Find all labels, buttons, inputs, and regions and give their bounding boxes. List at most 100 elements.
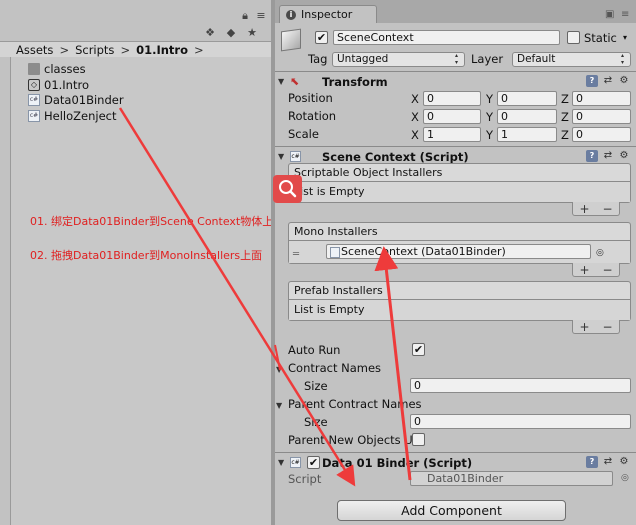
list-footer: + − bbox=[572, 320, 620, 334]
file-item-classes[interactable]: classes bbox=[28, 61, 86, 77]
project-file-list bbox=[11, 57, 271, 525]
script-object-field: Data01Binder bbox=[410, 471, 613, 486]
csharp-script-icon: c# bbox=[28, 94, 40, 106]
foldout-arrow-icon[interactable]: ▼ bbox=[276, 401, 282, 410]
foldout-arrow-icon[interactable]: ▼ bbox=[278, 152, 284, 161]
remove-item-icon[interactable]: − bbox=[602, 203, 612, 215]
position-z-input[interactable]: 0 bbox=[572, 91, 631, 106]
breadcrumb-item-scripts[interactable]: Scripts bbox=[75, 43, 114, 57]
auto-run-checkbox[interactable]: ✔ bbox=[412, 343, 425, 356]
help-book-icon[interactable]: ? bbox=[586, 150, 598, 162]
annotation-step-1: 01. 绑定Data01Binder到Scene Context物体上面 bbox=[30, 215, 285, 228]
gameobject-active-checkbox[interactable]: ✔ bbox=[315, 31, 328, 44]
menu-icon[interactable]: ≡ bbox=[254, 9, 268, 23]
axis-z-label: Z bbox=[561, 92, 569, 106]
breadcrumb-item-assets[interactable]: Assets bbox=[16, 43, 53, 57]
component-header-icons: ? ⇄ ⚙ bbox=[586, 456, 630, 468]
prefab-installers-list: Prefab Installers List is Empty + − bbox=[288, 281, 631, 334]
parent-size-input[interactable]: 0 bbox=[410, 414, 631, 429]
list-title: Scriptable Object Installers bbox=[289, 164, 630, 182]
rotation-y-input[interactable]: 0 bbox=[497, 109, 557, 124]
lock-icon[interactable]: ▣ bbox=[605, 9, 614, 20]
static-label: Static bbox=[584, 31, 617, 45]
gameobject-name-input[interactable]: SceneContext bbox=[333, 30, 560, 45]
info-icon: i bbox=[286, 9, 296, 20]
csharp-script-icon: c# bbox=[290, 151, 301, 162]
foldout-arrow-icon[interactable]: ▼ bbox=[278, 458, 284, 467]
object-picker-icon[interactable]: ◎ bbox=[596, 244, 604, 263]
preset-icon[interactable]: ⇄ bbox=[602, 75, 614, 87]
preset-icon[interactable]: ⇄ bbox=[602, 150, 614, 162]
transform-icon: ⬉ bbox=[290, 75, 300, 88]
field-label: Rotation bbox=[288, 109, 337, 123]
file-item-data01binder[interactable]: c# Data01Binder bbox=[28, 92, 124, 108]
data01-binder-header[interactable]: ▼ c# ✔ Data 01 Binder (Script) ? ⇄ ⚙ bbox=[275, 452, 636, 472]
help-book-icon[interactable]: ? bbox=[586, 75, 598, 87]
foldout-arrow-icon[interactable]: ▼ bbox=[278, 77, 284, 86]
layer-dropdown[interactable]: Default bbox=[512, 52, 631, 67]
filter-icon[interactable]: ❖ bbox=[203, 26, 217, 40]
transform-header[interactable]: ▼ ⬉ Transform ? ⇄ ⚙ bbox=[275, 71, 636, 91]
parent-new-objects-label: Parent New Objects U bbox=[288, 433, 413, 447]
rotation-x-input[interactable]: 0 bbox=[423, 109, 481, 124]
remove-item-icon[interactable]: − bbox=[602, 321, 612, 333]
gear-icon[interactable]: ⚙ bbox=[618, 75, 630, 87]
axis-x-label: X bbox=[411, 110, 419, 124]
inspector-tabbar: i Inspector ▣ ≡ bbox=[275, 0, 636, 23]
gear-icon[interactable]: ⚙ bbox=[618, 456, 630, 468]
foldout-arrow-icon[interactable]: ▼ bbox=[276, 365, 282, 374]
star-icon[interactable]: ★ bbox=[245, 26, 259, 40]
axis-z-label: Z bbox=[561, 110, 569, 124]
add-item-icon[interactable]: + bbox=[579, 203, 589, 215]
label-icon[interactable]: ◆ bbox=[224, 26, 238, 40]
file-item-intro-scene[interactable]: ◇ 01.Intro bbox=[28, 77, 89, 93]
contract-size-input[interactable]: 0 bbox=[410, 378, 631, 393]
csharp-script-icon: c# bbox=[28, 110, 40, 122]
position-y-input[interactable]: 0 bbox=[497, 91, 557, 106]
field-label: Scale bbox=[288, 127, 319, 141]
mono-installer-object-field[interactable]: SceneContext (Data01Binder) bbox=[326, 244, 591, 259]
add-item-icon[interactable]: + bbox=[579, 264, 589, 276]
list-title: Prefab Installers bbox=[289, 282, 630, 300]
search-icon bbox=[279, 180, 297, 198]
breadcrumb: Assets > Scripts > 01.Intro > bbox=[0, 41, 271, 58]
preset-icon[interactable]: ⇄ bbox=[602, 456, 614, 468]
contract-names-label: Contract Names bbox=[288, 361, 382, 375]
scale-y-input[interactable]: 1 bbox=[497, 127, 557, 142]
component-title: Data 01 Binder (Script) bbox=[322, 455, 473, 470]
drag-handle-icon[interactable]: ═ bbox=[293, 245, 299, 264]
component-enabled-checkbox[interactable]: ✔ bbox=[307, 456, 320, 469]
add-component-button[interactable]: Add Component bbox=[337, 500, 566, 521]
file-name: HelloZenject bbox=[44, 109, 117, 123]
tag-dropdown[interactable]: Untagged bbox=[332, 52, 465, 67]
menu-icon[interactable]: ≡ bbox=[621, 9, 629, 20]
static-checkbox[interactable] bbox=[567, 31, 580, 44]
component-title: Scene Context (Script) bbox=[322, 149, 469, 164]
parent-new-objects-checkbox[interactable] bbox=[412, 433, 425, 446]
tab-inspector[interactable]: i Inspector bbox=[279, 5, 377, 23]
axis-y-label: Y bbox=[486, 110, 494, 124]
search-overlay-badge[interactable] bbox=[273, 175, 302, 203]
breadcrumb-separator: > bbox=[120, 42, 131, 57]
parent-contract-names-label: Parent Contract Names bbox=[288, 397, 422, 411]
help-book-icon[interactable]: ? bbox=[586, 456, 598, 468]
gameobject-cube-icon bbox=[281, 28, 301, 52]
axis-x-label: X bbox=[411, 92, 419, 106]
rotation-z-input[interactable]: 0 bbox=[572, 109, 631, 124]
mono-installers-list: Mono Installers ═ SceneContext (Data01Bi… bbox=[288, 222, 631, 277]
lock-icon[interactable]: 🔒︎ bbox=[238, 9, 252, 23]
file-name: 01.Intro bbox=[44, 78, 89, 92]
add-item-icon[interactable]: + bbox=[579, 321, 589, 333]
scriptable-installers-list: Scriptable Object Installers List is Emp… bbox=[288, 163, 631, 216]
file-item-hellozenject[interactable]: c# HelloZenject bbox=[28, 108, 117, 124]
position-x-input[interactable]: 0 bbox=[423, 91, 481, 106]
size-label: Size bbox=[304, 415, 328, 429]
breadcrumb-item-intro[interactable]: 01.Intro bbox=[136, 43, 188, 57]
gear-icon[interactable]: ⚙ bbox=[618, 150, 630, 162]
tab-label: Inspector bbox=[301, 8, 353, 21]
scale-x-input[interactable]: 1 bbox=[423, 127, 481, 142]
project-panel: 🔒︎ ≡ ❖ ◆ ★ Assets > Scripts > 01.Intro >… bbox=[0, 0, 284, 525]
remove-item-icon[interactable]: − bbox=[602, 264, 612, 276]
static-dropdown-icon[interactable]: ▾ bbox=[623, 33, 627, 42]
scale-z-input[interactable]: 0 bbox=[572, 127, 631, 142]
